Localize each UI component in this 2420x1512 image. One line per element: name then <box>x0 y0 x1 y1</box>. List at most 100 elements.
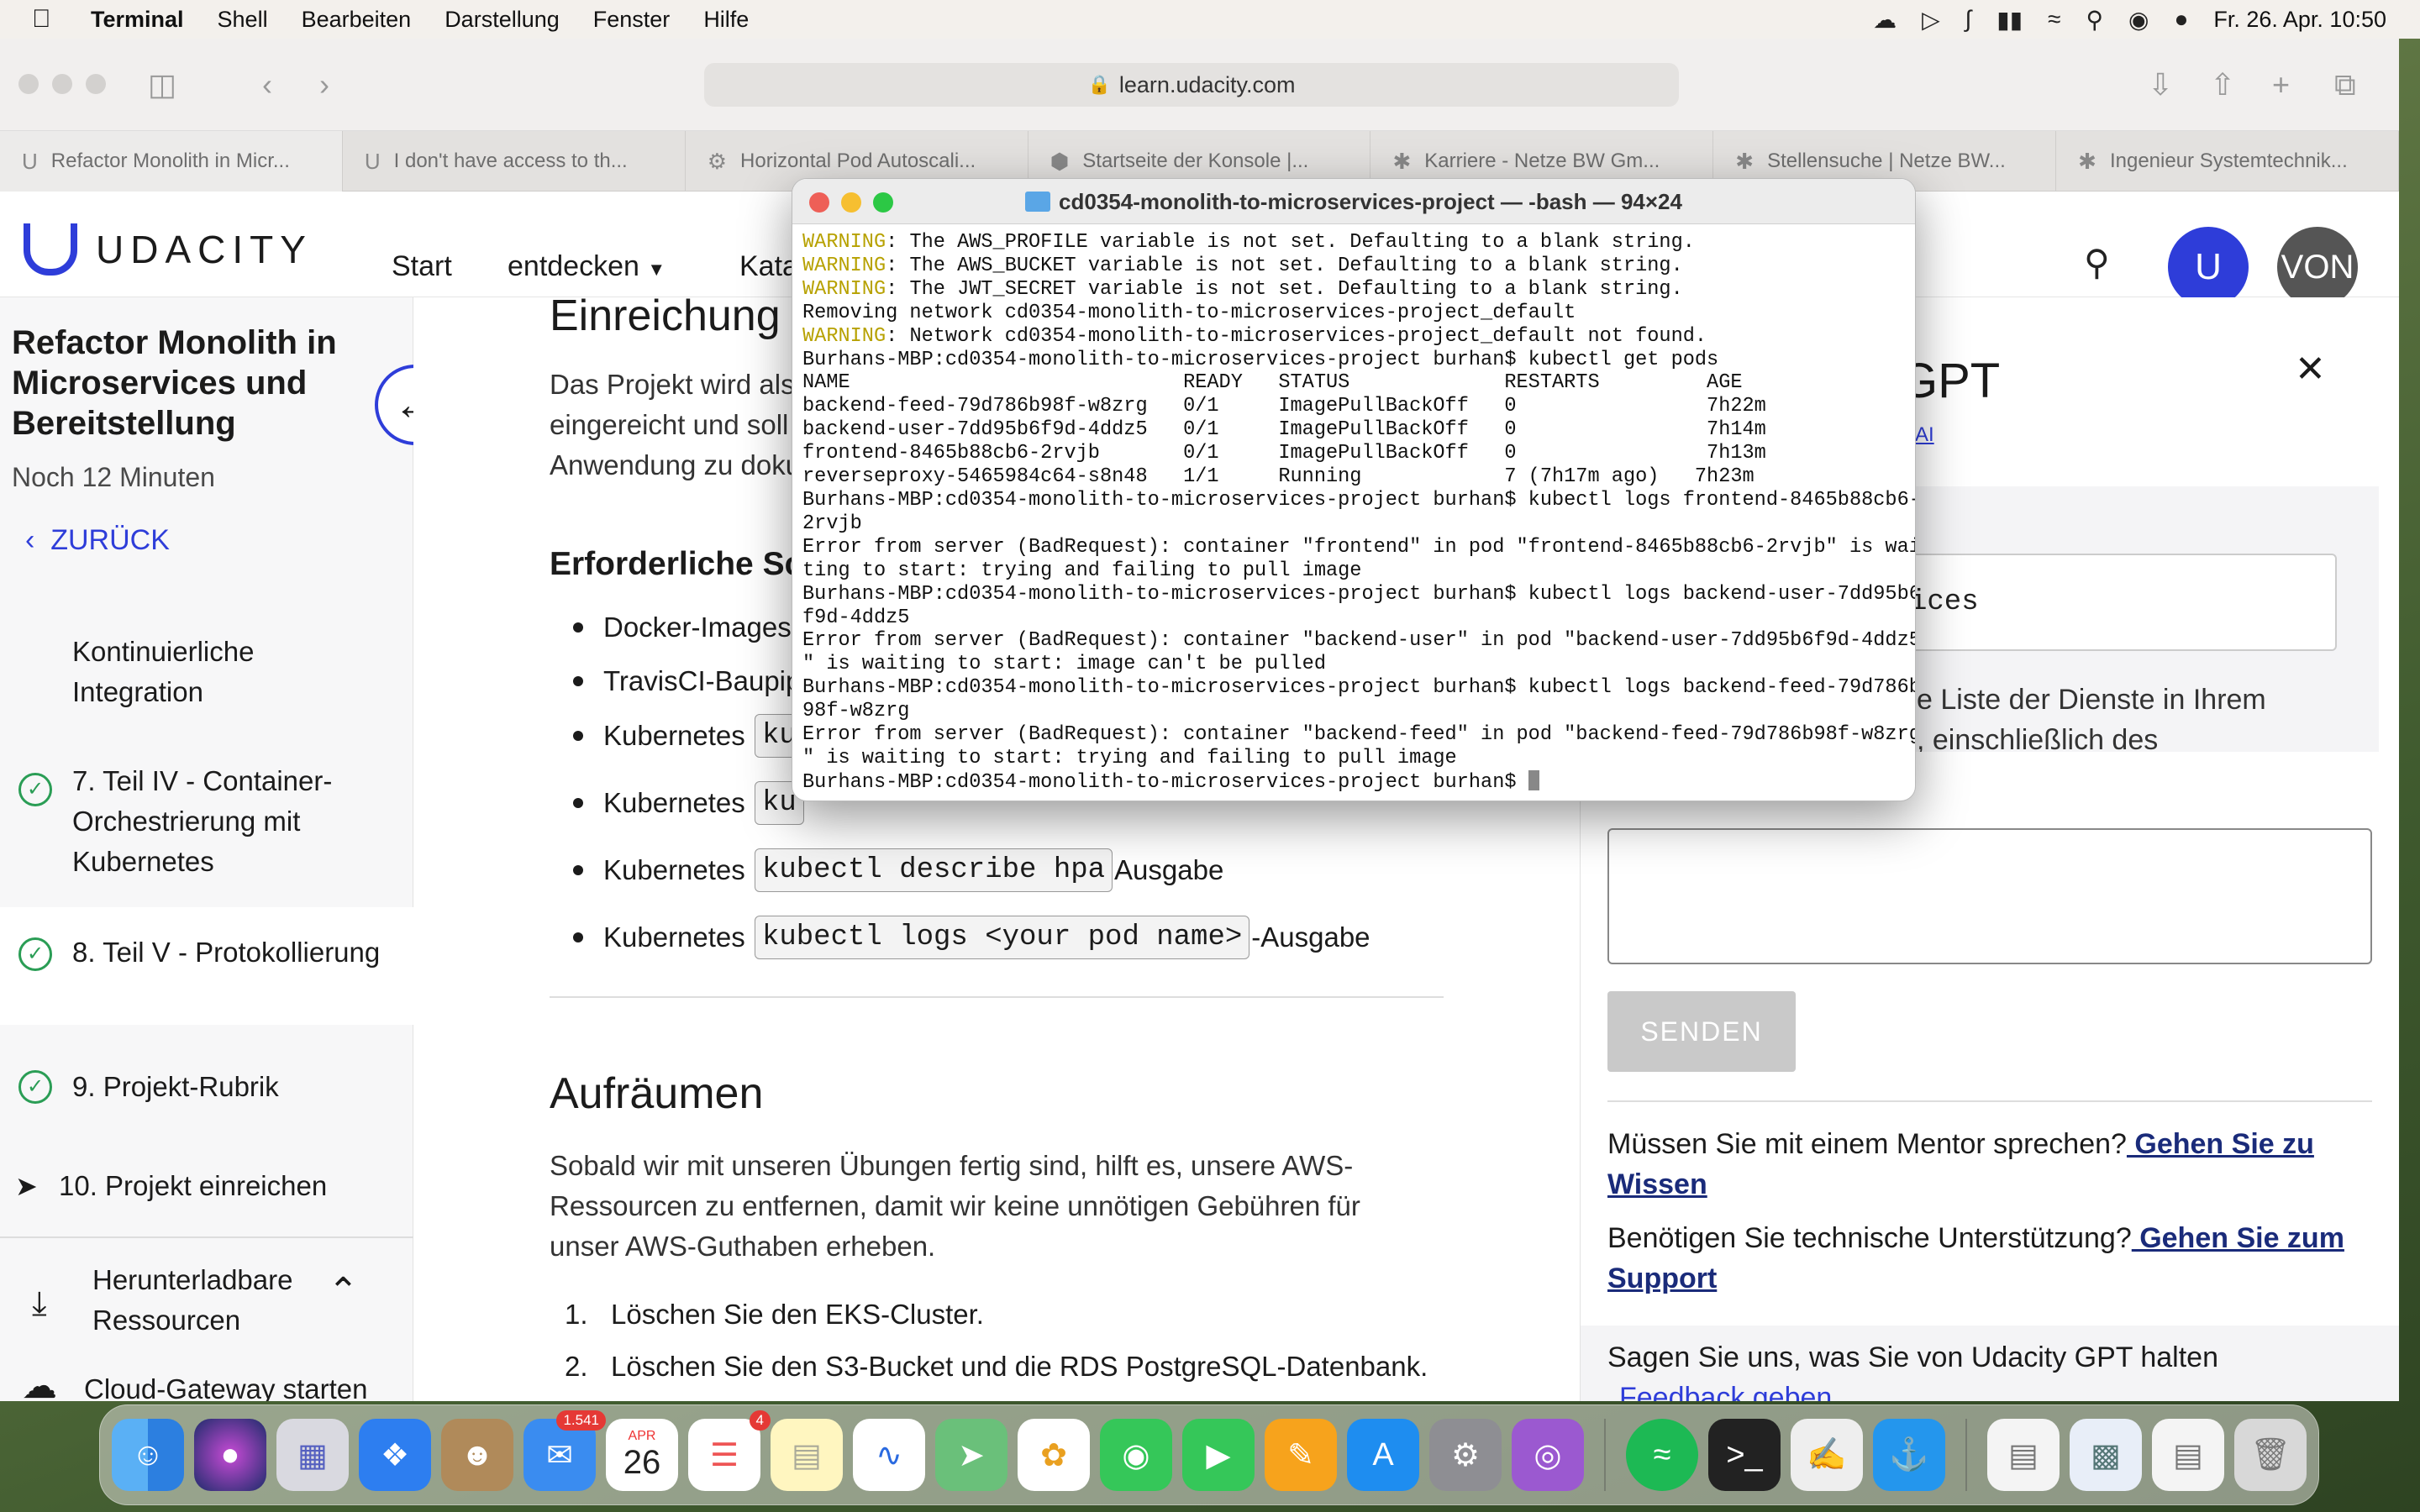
terminal-line: 2rvjb <box>802 512 862 535</box>
udacity-logo-icon <box>24 223 77 276</box>
back-icon[interactable]: ‹ <box>262 67 272 102</box>
sidebar-item-kubernetes[interactable]: ✓ 7. Teil IV - Container-Orchestrierung … <box>0 761 413 887</box>
cloud-gateway-button[interactable]: ☁ Cloud-Gateway starten <box>0 1366 413 1401</box>
sidebar-item-logging[interactable]: ✓ 8. Teil V - Protokollierung <box>0 907 413 1025</box>
checkmark-icon: ✓ <box>18 1070 52 1104</box>
downloads-icon[interactable]: ⇩ <box>2148 67 2173 102</box>
tab-udacity-access[interactable]: UI don't have access to th... <box>343 131 686 192</box>
new-tab-icon[interactable]: + <box>2272 67 2290 102</box>
dock: ☺ ● ▦ ❖ ☻ ✉ 1.541 APR 26 ☰ 4 ▤ ∿ ➤ ✿ ◉ ▶ ✎ … <box>99 1404 2319 1505</box>
feedback-footer: Sagen Sie uns, was Sie von Udacity GPT h… <box>1581 1326 2399 1401</box>
messages-icon[interactable]: ◉ <box>1100 1419 1172 1491</box>
close-window-button[interactable] <box>18 74 39 94</box>
reminders-icon[interactable]: ☰ 4 <box>688 1410 771 1491</box>
terminal-line: Burhans-MBP:cd0354-monolith-to-microserv… <box>802 348 1719 371</box>
sidebar-item-ci[interactable]: Kontinuierliche Integration <box>0 623 413 716</box>
list-item: Kubernetes ku <box>573 781 806 825</box>
facetime-icon[interactable]: ▶ <box>1182 1419 1255 1491</box>
sidebar-toggle-icon[interactable]: ◫ <box>148 67 176 102</box>
maps-icon[interactable]: ➤ <box>935 1419 1007 1491</box>
podcasts-icon[interactable]: ◎ <box>1512 1419 1584 1491</box>
docker-icon[interactable]: ⚓ <box>1873 1419 1945 1491</box>
nav-katalog[interactable]: Kata <box>739 250 798 283</box>
gpt-ai-link[interactable]: AI <box>1915 423 1934 447</box>
safari-icon[interactable]: ❖ <box>359 1419 431 1491</box>
terminal-icon[interactable]: >_ <box>1708 1419 1781 1491</box>
nav-entdecken[interactable]: entdecken ▼ <box>508 250 666 283</box>
back-link[interactable]: ‹ ZURÜCK <box>25 524 170 557</box>
finder-icon[interactable]: ☺ <box>112 1419 184 1491</box>
tab-udacity[interactable]: U Refactor Monolith in Micr... <box>0 131 343 192</box>
screenshot-stack-icon[interactable]: ▩ <box>2070 1419 2142 1491</box>
close-icon[interactable]: ✕ <box>2295 348 2326 391</box>
list-item: TravisCI-Baupip <box>573 665 801 697</box>
gpt-response-text: e Liste der Dienste in Ihrem, einschließ… <box>1917 684 2266 752</box>
menu-app-name[interactable]: Terminal <box>91 7 184 33</box>
apple-icon[interactable]:  <box>32 5 66 34</box>
csv-file-icon[interactable]: ▤ <box>1987 1419 2060 1491</box>
control-center-icon[interactable]: ◉ <box>2128 6 2149 34</box>
menu-fenster[interactable]: Fenster <box>593 7 671 33</box>
udacity-gpt-button[interactable]: U <box>2168 227 2249 307</box>
terminal-titlebar[interactable]: cd0354-monolith-to-microservices-project… <box>792 179 1915 224</box>
terminal-line: NAME READY STATUS RESTARTS AGE <box>802 371 1743 395</box>
clock[interactable]: Fr. 26. Apr. 10:50 <box>2213 7 2386 33</box>
siri-icon[interactable]: ● <box>2174 6 2188 33</box>
trash-icon[interactable]: 🗑 <box>2234 1419 2307 1491</box>
downloads-toggle[interactable]: ⤓ Herunterladbare Ressourcen ⌃ <box>0 1255 413 1347</box>
bluetooth-icon[interactable]: ∫ <box>1965 6 1972 33</box>
terminal-title: cd0354-monolith-to-microservices-project… <box>792 189 1915 215</box>
cloud-status-icon[interactable]: ☁ <box>1873 6 1897 34</box>
wifi-icon[interactable]: ≈ <box>2048 6 2060 33</box>
browser-toolbar: ◫ ‹ › 🔒 learn.udacity.com ⇩ ⇧ + ⧉ <box>0 39 2399 131</box>
chevron-left-icon: ‹ <box>25 524 35 556</box>
mail-icon[interactable]: ✉ 1.541 <box>523 1410 606 1491</box>
warning-label: WARNING <box>802 277 886 301</box>
nav-start[interactable]: Start <box>392 250 452 283</box>
divider <box>550 996 1444 998</box>
share-icon[interactable]: ⇧ <box>2210 67 2235 102</box>
freeform-icon[interactable]: ∿ <box>853 1419 925 1491</box>
document-stack-icon[interactable]: ▤ <box>2152 1419 2224 1491</box>
avatar[interactable]: VON <box>2277 227 2358 307</box>
terminal-window[interactable]: cd0354-monolith-to-microservices-project… <box>792 178 1916 801</box>
contacts-icon[interactable]: ☻ <box>441 1419 513 1491</box>
app-store-icon[interactable]: A <box>1347 1419 1419 1491</box>
forward-icon[interactable]: › <box>319 67 329 102</box>
calendar-icon[interactable]: APR 26 <box>606 1419 678 1491</box>
battery-icon[interactable]: ▮▮ <box>1996 6 2023 34</box>
menu-bearbeiten[interactable]: Bearbeiten <box>302 7 412 33</box>
search-icon[interactable]: ⚲ <box>2086 6 2103 34</box>
zoom-window-button[interactable] <box>86 74 106 94</box>
sidebar-item-rubric[interactable]: ✓ 9. Projekt-Rubrik <box>0 1053 413 1121</box>
url-text: learn.udacity.com <box>1118 71 1296 97</box>
terminal-output[interactable]: WARNING: The AWS_PROFILE variable is not… <box>792 224 1915 795</box>
tab-ingenieur[interactable]: ✱ Ingenieur Systemtechnik... <box>2056 131 2399 192</box>
udacity-logo[interactable]: UDACITY <box>24 223 313 276</box>
address-bar[interactable]: 🔒 learn.udacity.com <box>704 63 1679 107</box>
send-button[interactable]: SENDEN <box>1607 991 1796 1072</box>
textedit-icon[interactable]: ✍ <box>1791 1419 1863 1491</box>
spotify-icon[interactable]: ≈ <box>1626 1419 1698 1491</box>
gpt-message-input[interactable] <box>1607 828 2372 964</box>
notes-icon[interactable]: ▤ <box>771 1419 843 1491</box>
tab-overview-icon[interactable]: ⧉ <box>2334 67 2356 103</box>
search-icon[interactable]: ⚲ <box>2084 242 2110 283</box>
feedback-link[interactable]: Feedback geben <box>1619 1378 2375 1401</box>
lock-icon: 🔒 <box>1087 74 1111 95</box>
feedback-text: Sagen Sie uns, was Sie von Udacity GPT h… <box>1607 1341 2218 1373</box>
menu-shell[interactable]: Shell <box>218 7 268 33</box>
udacity-icon: U <box>364 148 381 174</box>
menu-hilfe[interactable]: Hilfe <box>703 7 749 33</box>
mail-badge: 1.541 <box>556 1410 606 1431</box>
photos-icon[interactable]: ✿ <box>1018 1419 1090 1491</box>
minimize-window-button[interactable] <box>52 74 72 94</box>
system-settings-icon[interactable]: ⚙ <box>1429 1419 1502 1491</box>
pages-icon[interactable]: ✎ <box>1265 1419 1337 1491</box>
siri-icon[interactable]: ● <box>194 1419 266 1491</box>
menu-darstellung[interactable]: Darstellung <box>445 7 560 33</box>
launchpad-icon[interactable]: ▦ <box>276 1419 349 1491</box>
dock-separator <box>1965 1419 1967 1491</box>
play-icon[interactable]: ▷ <box>1922 6 1940 34</box>
sidebar-item-submit[interactable]: ➤ 10. Projekt einreichen <box>0 1154 413 1221</box>
